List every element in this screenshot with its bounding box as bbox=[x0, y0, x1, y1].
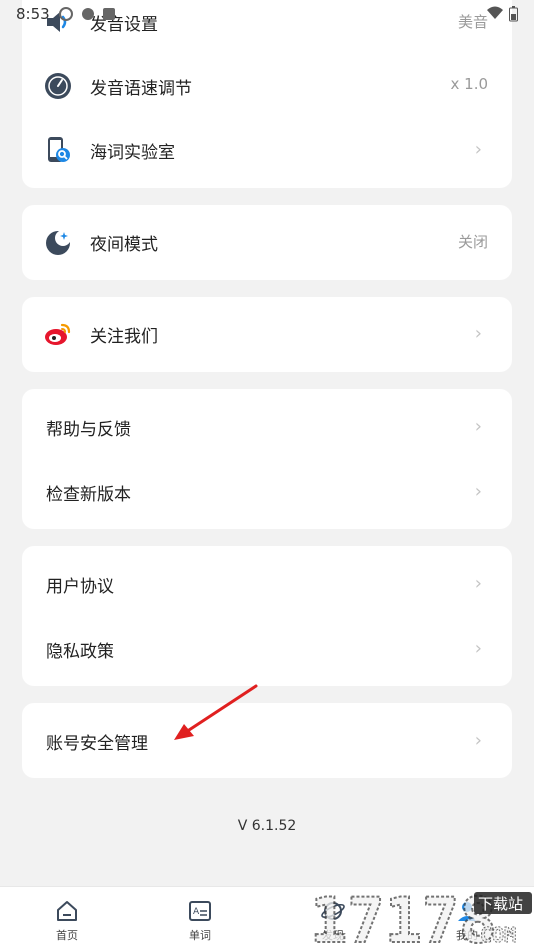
settings-card-support: 帮助与反馈 › 检查新版本 › bbox=[22, 389, 512, 529]
status-app-icon bbox=[103, 8, 115, 20]
weibo-icon bbox=[45, 323, 71, 345]
tab-words-label: 单词 bbox=[189, 929, 211, 942]
battery-icon bbox=[509, 6, 518, 22]
svg-text:17178: 17178 bbox=[310, 884, 497, 950]
svg-text:COM: COM bbox=[480, 923, 516, 947]
settings-card-legal: 用户协议 › 隐私政策 › bbox=[22, 546, 512, 686]
help-feedback-label: 帮助与反馈 bbox=[46, 420, 131, 440]
speech-speed-label: 发音语速调节 bbox=[90, 79, 192, 99]
status-notification-icons bbox=[58, 6, 116, 22]
settings-card-follow: 关注我们 › bbox=[22, 297, 512, 372]
wifi-icon bbox=[487, 6, 503, 19]
status-bar: 8:53 bbox=[0, 0, 534, 30]
night-mode-label: 夜间模式 bbox=[90, 235, 158, 255]
site-watermark-logo: 17178 下载站 COM bbox=[310, 883, 532, 950]
chevron-right-icon: › bbox=[474, 481, 482, 502]
chevron-right-icon: › bbox=[474, 416, 482, 437]
check-update-label: 检查新版本 bbox=[46, 485, 131, 505]
speech-speed-row[interactable]: 发音语速调节 x 1.0 bbox=[22, 54, 512, 118]
dict-lab-row[interactable]: 海词实验室 › bbox=[22, 118, 512, 182]
check-update-row[interactable]: 检查新版本 › bbox=[22, 460, 512, 524]
tab-words[interactable]: A 单词 bbox=[160, 887, 240, 951]
follow-us-label: 关注我们 bbox=[90, 327, 158, 347]
dict-lab-label: 海词实验室 bbox=[90, 143, 175, 163]
chevron-right-icon: › bbox=[474, 139, 482, 160]
tab-home[interactable]: 首页 bbox=[27, 887, 107, 951]
privacy-policy-row[interactable]: 隐私政策 › bbox=[22, 617, 512, 681]
chevron-right-icon: › bbox=[474, 638, 482, 659]
chevron-right-icon: › bbox=[474, 573, 482, 594]
svg-text:A: A bbox=[193, 907, 200, 917]
speedometer-icon bbox=[45, 73, 71, 99]
home-icon bbox=[57, 901, 77, 921]
user-agreement-row[interactable]: 用户协议 › bbox=[22, 552, 512, 616]
follow-us-row[interactable]: 关注我们 › bbox=[22, 302, 512, 366]
settings-card-night: 夜间模式 关闭 bbox=[22, 205, 512, 280]
privacy-policy-label: 隐私政策 bbox=[46, 642, 114, 662]
night-mode-row[interactable]: 夜间模式 关闭 bbox=[22, 210, 512, 274]
svg-text:下载站: 下载站 bbox=[478, 895, 523, 913]
chevron-right-icon: › bbox=[474, 730, 482, 751]
help-feedback-row[interactable]: 帮助与反馈 › bbox=[22, 395, 512, 459]
chevron-right-icon: › bbox=[474, 323, 482, 344]
tab-home-label: 首页 bbox=[56, 929, 78, 942]
speech-speed-value: x 1.0 bbox=[450, 75, 489, 93]
user-agreement-label: 用户协议 bbox=[46, 577, 114, 597]
app-version: V 6.1.52 bbox=[237, 818, 297, 834]
status-app-icon bbox=[59, 7, 73, 21]
word-card-icon: A bbox=[189, 901, 211, 921]
annotation-arrow bbox=[174, 684, 258, 740]
status-time: 8:53 bbox=[16, 5, 50, 23]
phone-search-icon bbox=[48, 137, 70, 162]
moon-icon bbox=[46, 230, 71, 255]
night-mode-value: 关闭 bbox=[457, 233, 488, 251]
status-app-icon bbox=[82, 8, 94, 20]
status-system-icons bbox=[487, 6, 518, 22]
account-security-label: 账号安全管理 bbox=[46, 734, 148, 754]
